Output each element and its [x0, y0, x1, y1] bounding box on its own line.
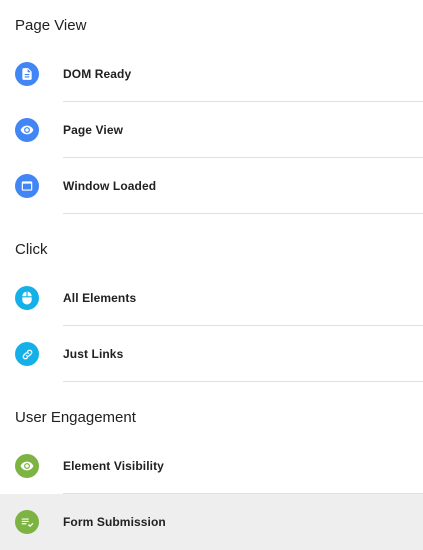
trigger-item-label: DOM Ready	[63, 67, 132, 81]
trigger-item-label: Form Submission	[63, 515, 166, 529]
trigger-item-label: All Elements	[63, 291, 137, 305]
window-icon	[15, 174, 39, 198]
eye-icon	[15, 454, 39, 478]
section-title-click: Click	[15, 241, 48, 258]
trigger-item-label: Element Visibility	[63, 459, 164, 473]
divider	[63, 381, 423, 382]
trigger-item-window-loaded[interactable]: Window Loaded	[0, 158, 423, 214]
trigger-item-label: Window Loaded	[63, 179, 157, 193]
trigger-item-all-elements[interactable]: All Elements	[0, 270, 423, 326]
trigger-item-just-links[interactable]: Just Links	[0, 326, 423, 382]
divider	[63, 213, 423, 214]
section-title-user-engagement: User Engagement	[15, 409, 136, 426]
document-icon	[15, 62, 39, 86]
trigger-item-page-view[interactable]: Page View	[0, 102, 423, 158]
trigger-item-dom-ready[interactable]: DOM Ready	[0, 46, 423, 102]
mouse-icon	[15, 286, 39, 310]
trigger-item-form-submission[interactable]: Form Submission	[0, 494, 423, 550]
eye-icon	[15, 118, 39, 142]
trigger-item-element-visibility[interactable]: Element Visibility	[0, 438, 423, 494]
trigger-item-label: Just Links	[63, 347, 124, 361]
link-icon	[15, 342, 39, 366]
trigger-item-label: Page View	[63, 123, 124, 137]
section-title-page-view: Page View	[15, 17, 87, 34]
form-check-icon	[15, 510, 39, 534]
